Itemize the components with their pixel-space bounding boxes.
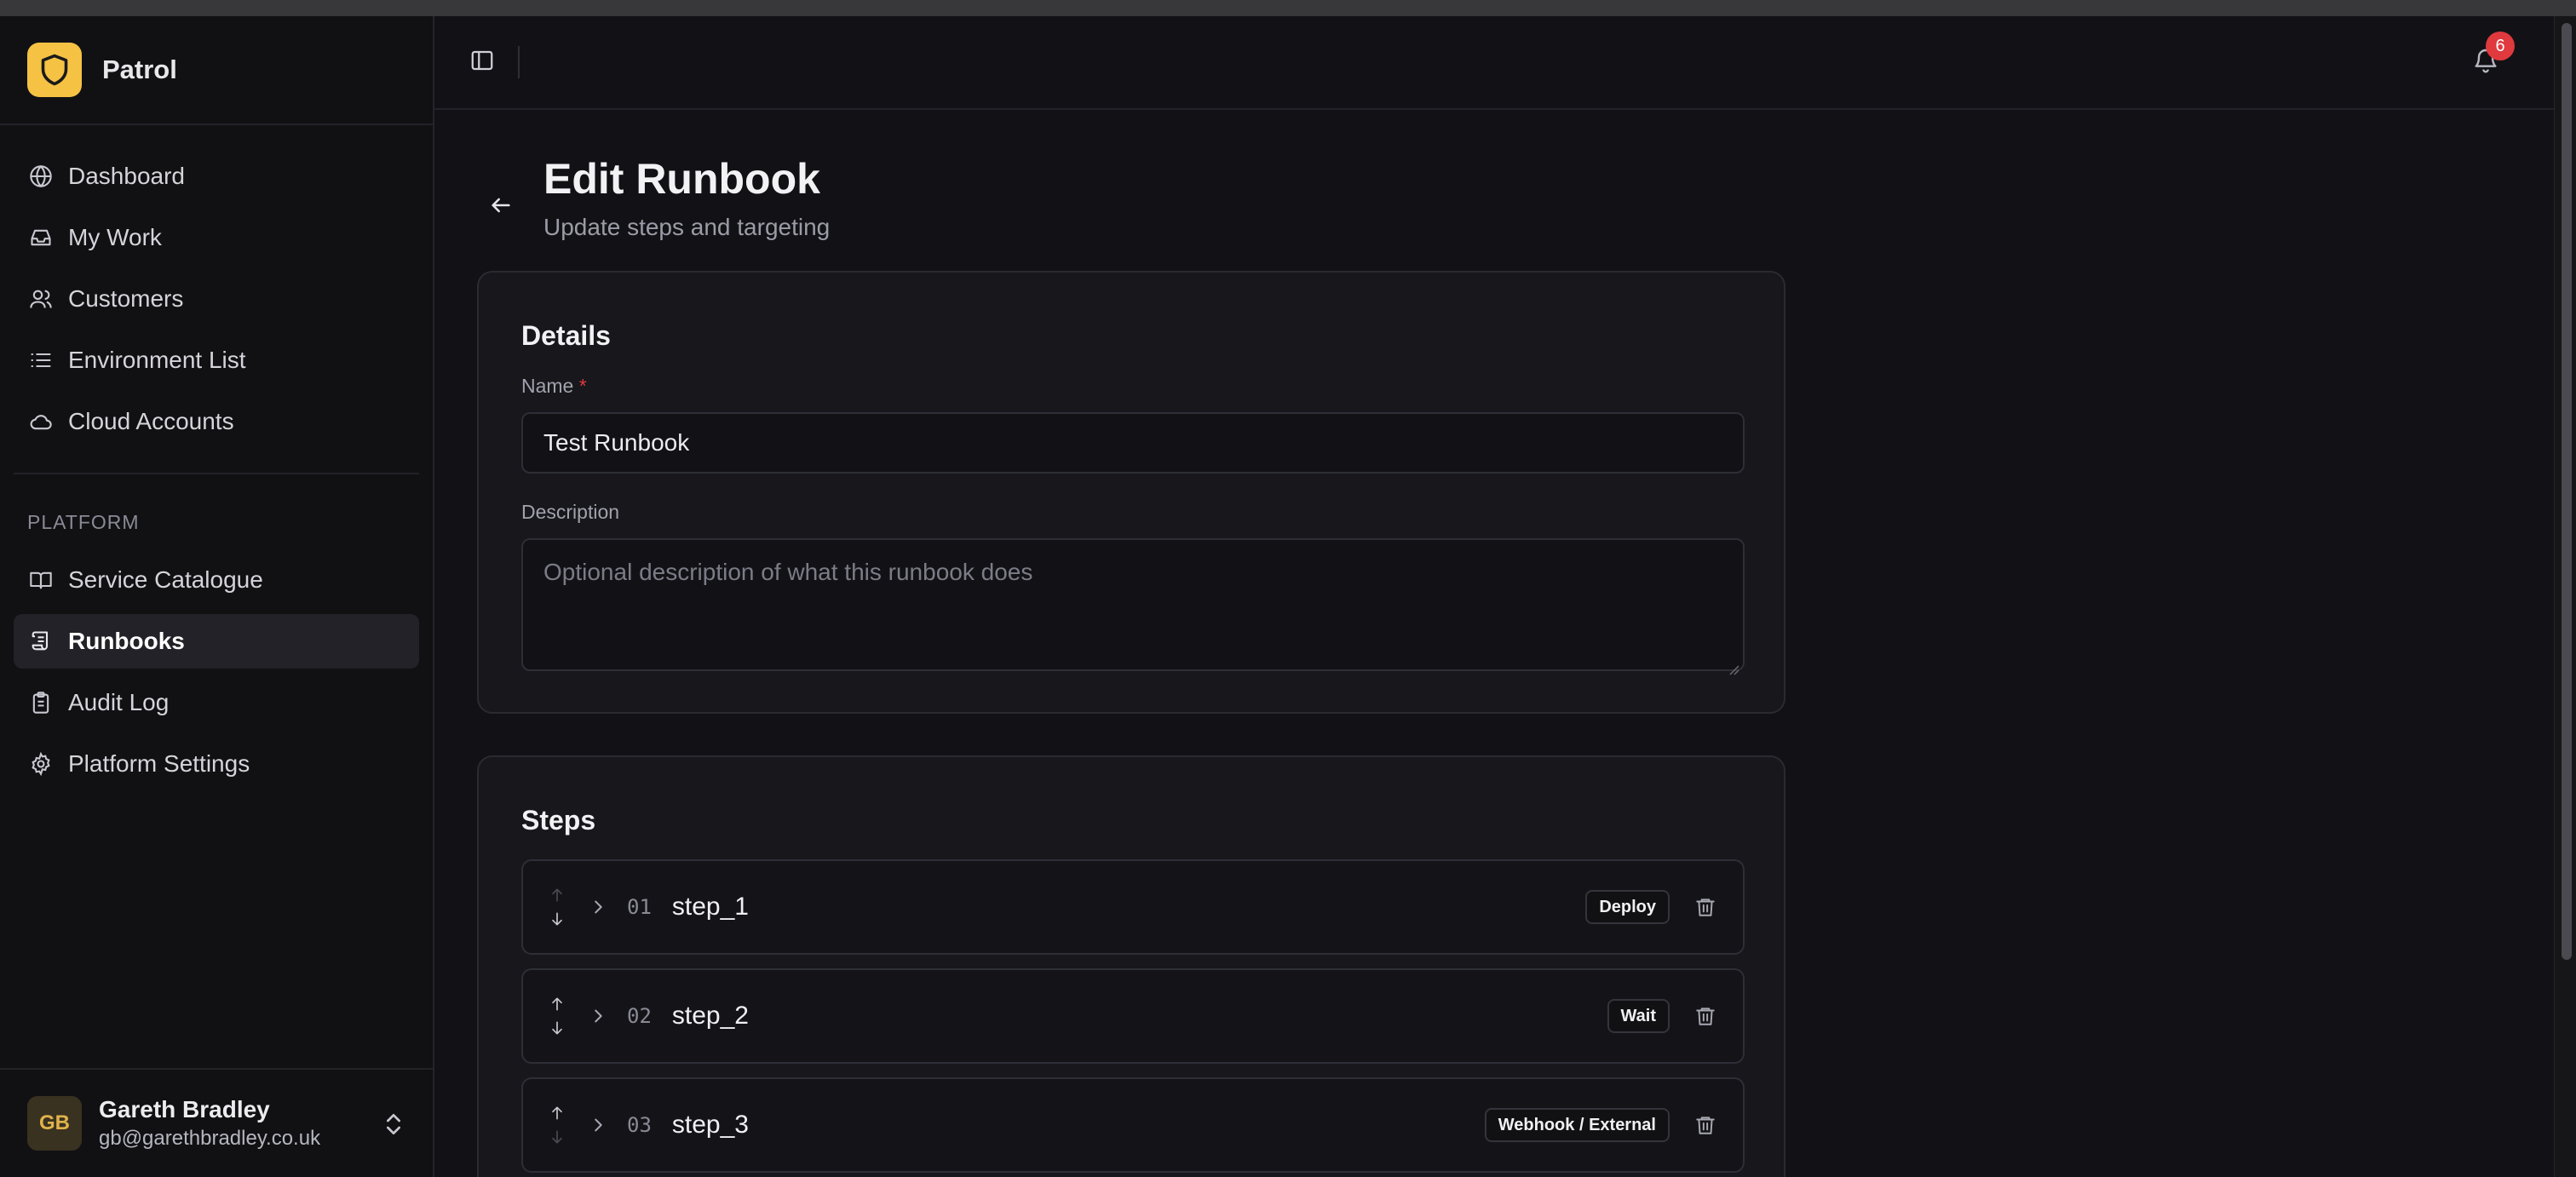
step-type-badge: Webhook / External bbox=[1484, 1108, 1670, 1142]
sidebar-item-audit-log[interactable]: Audit Log bbox=[14, 675, 419, 730]
name-input[interactable]: Test Runbook bbox=[521, 412, 1745, 474]
sidebar-item-customers[interactable]: Customers bbox=[14, 272, 419, 326]
page-title: Edit Runbook bbox=[543, 155, 820, 203]
step-row[interactable]: 03 step_3 Webhook / External bbox=[521, 1077, 1745, 1173]
page-heading: Edit Runbook Update steps and targeting bbox=[543, 154, 830, 241]
sidebar-item-label: Audit Log bbox=[68, 689, 170, 715]
sidebar-item-label: Service Catalogue bbox=[68, 566, 263, 593]
shield-logo-icon bbox=[27, 43, 82, 97]
name-label-text: Name bbox=[521, 375, 574, 397]
trash-icon[interactable] bbox=[1692, 1111, 1719, 1139]
step-actions: Webhook / External bbox=[1484, 1108, 1719, 1142]
scroll-icon bbox=[27, 628, 55, 655]
brand[interactable]: Patrol bbox=[0, 16, 433, 125]
sidebar-item-label: Dashboard bbox=[68, 163, 185, 189]
users-icon bbox=[27, 285, 55, 313]
sidebar-toggle-button[interactable] bbox=[462, 42, 503, 83]
page-subtitle: Update steps and targeting bbox=[543, 214, 831, 240]
description-label: Description bbox=[521, 501, 620, 523]
user-info: Gareth Bradley gb@garethbradley.co.uk bbox=[99, 1096, 320, 1151]
back-button[interactable] bbox=[477, 183, 525, 231]
arrow-left-icon bbox=[489, 193, 513, 221]
window-top-strip bbox=[0, 0, 2576, 16]
step-actions: Wait bbox=[1607, 999, 1719, 1033]
cloud-icon bbox=[27, 408, 55, 435]
clipboard-icon bbox=[27, 689, 55, 716]
sidebar-item-runbooks[interactable]: Runbooks bbox=[14, 614, 419, 669]
user-name: Gareth Bradley bbox=[99, 1096, 270, 1122]
resize-handle-icon[interactable] bbox=[1728, 654, 1739, 675]
sidebar-item-my-work[interactable]: My Work bbox=[14, 210, 419, 265]
notification-count-badge: 6 bbox=[2486, 32, 2515, 60]
required-marker: * bbox=[578, 375, 587, 397]
globe-icon bbox=[27, 163, 55, 190]
sidebar-item-cloud-accounts[interactable]: Cloud Accounts bbox=[14, 394, 419, 449]
nav-divider bbox=[14, 473, 419, 474]
sidebar-item-platform-settings[interactable]: Platform Settings bbox=[14, 737, 419, 791]
sidebar-item-label: Runbooks bbox=[68, 628, 185, 654]
list-icon bbox=[27, 347, 55, 374]
sidebar-item-label: Customers bbox=[68, 285, 184, 312]
arrow-up-icon[interactable] bbox=[547, 1101, 567, 1125]
step-actions: Deploy bbox=[1585, 890, 1719, 924]
trash-icon[interactable] bbox=[1692, 1002, 1719, 1030]
notifications-button[interactable]: 6 bbox=[2465, 32, 2515, 83]
reorder-controls bbox=[547, 1101, 567, 1149]
sidebar-item-environment-list[interactable]: Environment List bbox=[14, 333, 419, 388]
step-number: 01 bbox=[627, 895, 652, 919]
sidebar: Patrol Dashboard My Work Customers Envir… bbox=[0, 16, 434, 1177]
gear-icon bbox=[27, 750, 55, 778]
sidebar-nav: Dashboard My Work Customers Environment … bbox=[0, 125, 433, 791]
top-bar: 6 bbox=[434, 16, 2554, 110]
description-textarea[interactable]: Optional description of what this runboo… bbox=[521, 538, 1745, 675]
section-label-platform: PLATFORM bbox=[27, 510, 140, 533]
sidebar-item-label: Environment List bbox=[68, 347, 246, 373]
step-type-badge: Wait bbox=[1607, 999, 1670, 1033]
steps-title: Steps bbox=[521, 805, 596, 835]
main-content: 6 Edit Runbook Update steps and targetin… bbox=[434, 16, 2554, 1177]
step-name: step_1 bbox=[671, 893, 749, 921]
page-scrollbar[interactable] bbox=[2554, 16, 2576, 1177]
book-icon bbox=[27, 566, 55, 594]
reorder-controls bbox=[547, 992, 567, 1040]
chevron-right-icon[interactable] bbox=[586, 1113, 610, 1137]
topbar-separator bbox=[518, 46, 520, 78]
sidebar-item-label: Platform Settings bbox=[68, 750, 250, 777]
step-name: step_2 bbox=[671, 1002, 749, 1030]
name-label: Name * bbox=[521, 375, 587, 398]
arrow-up-icon[interactable] bbox=[547, 992, 567, 1016]
trash-icon[interactable] bbox=[1692, 893, 1719, 921]
step-number: 03 bbox=[627, 1113, 652, 1137]
page-header: Edit Runbook Update steps and targeting bbox=[477, 154, 830, 241]
sidebar-item-label: Cloud Accounts bbox=[68, 408, 234, 434]
app-name: Patrol bbox=[102, 55, 177, 84]
avatar: GB bbox=[27, 1096, 82, 1151]
description-placeholder: Optional description of what this runboo… bbox=[543, 559, 1033, 585]
chevron-up-down-icon[interactable] bbox=[380, 1111, 407, 1138]
user-menu[interactable]: GB Gareth Bradley gb@garethbradley.co.uk bbox=[0, 1068, 433, 1177]
sidebar-item-dashboard[interactable]: Dashboard bbox=[14, 149, 419, 204]
inbox-icon bbox=[27, 224, 55, 251]
details-card: Details Name * Test Runbook Description … bbox=[477, 271, 1785, 714]
chevron-right-icon[interactable] bbox=[586, 895, 610, 919]
chevron-right-icon[interactable] bbox=[586, 1004, 610, 1028]
step-number: 02 bbox=[627, 1004, 652, 1028]
panel-left-icon bbox=[469, 48, 495, 78]
sidebar-item-service-catalogue[interactable]: Service Catalogue bbox=[14, 553, 419, 607]
arrow-down-icon[interactable] bbox=[547, 1016, 567, 1040]
step-row[interactable]: 02 step_2 Wait bbox=[521, 968, 1745, 1064]
app-window: Patrol Dashboard My Work Customers Envir… bbox=[0, 16, 2554, 1177]
scrollbar-thumb[interactable] bbox=[2562, 23, 2572, 960]
steps-card: Steps 01 step_1 Deploy 02 step_2 Wait 03… bbox=[477, 755, 1785, 1177]
arrow-up-icon[interactable] bbox=[547, 883, 567, 907]
arrow-down-icon[interactable] bbox=[547, 1125, 567, 1149]
arrow-down-icon[interactable] bbox=[547, 907, 567, 931]
step-row[interactable]: 01 step_1 Deploy bbox=[521, 859, 1745, 955]
user-email: gb@garethbradley.co.uk bbox=[99, 1127, 321, 1150]
sidebar-item-label: My Work bbox=[68, 224, 162, 250]
step-name: step_3 bbox=[671, 1111, 749, 1139]
reorder-controls bbox=[547, 883, 567, 931]
details-title: Details bbox=[521, 320, 611, 351]
step-type-badge: Deploy bbox=[1585, 890, 1670, 924]
